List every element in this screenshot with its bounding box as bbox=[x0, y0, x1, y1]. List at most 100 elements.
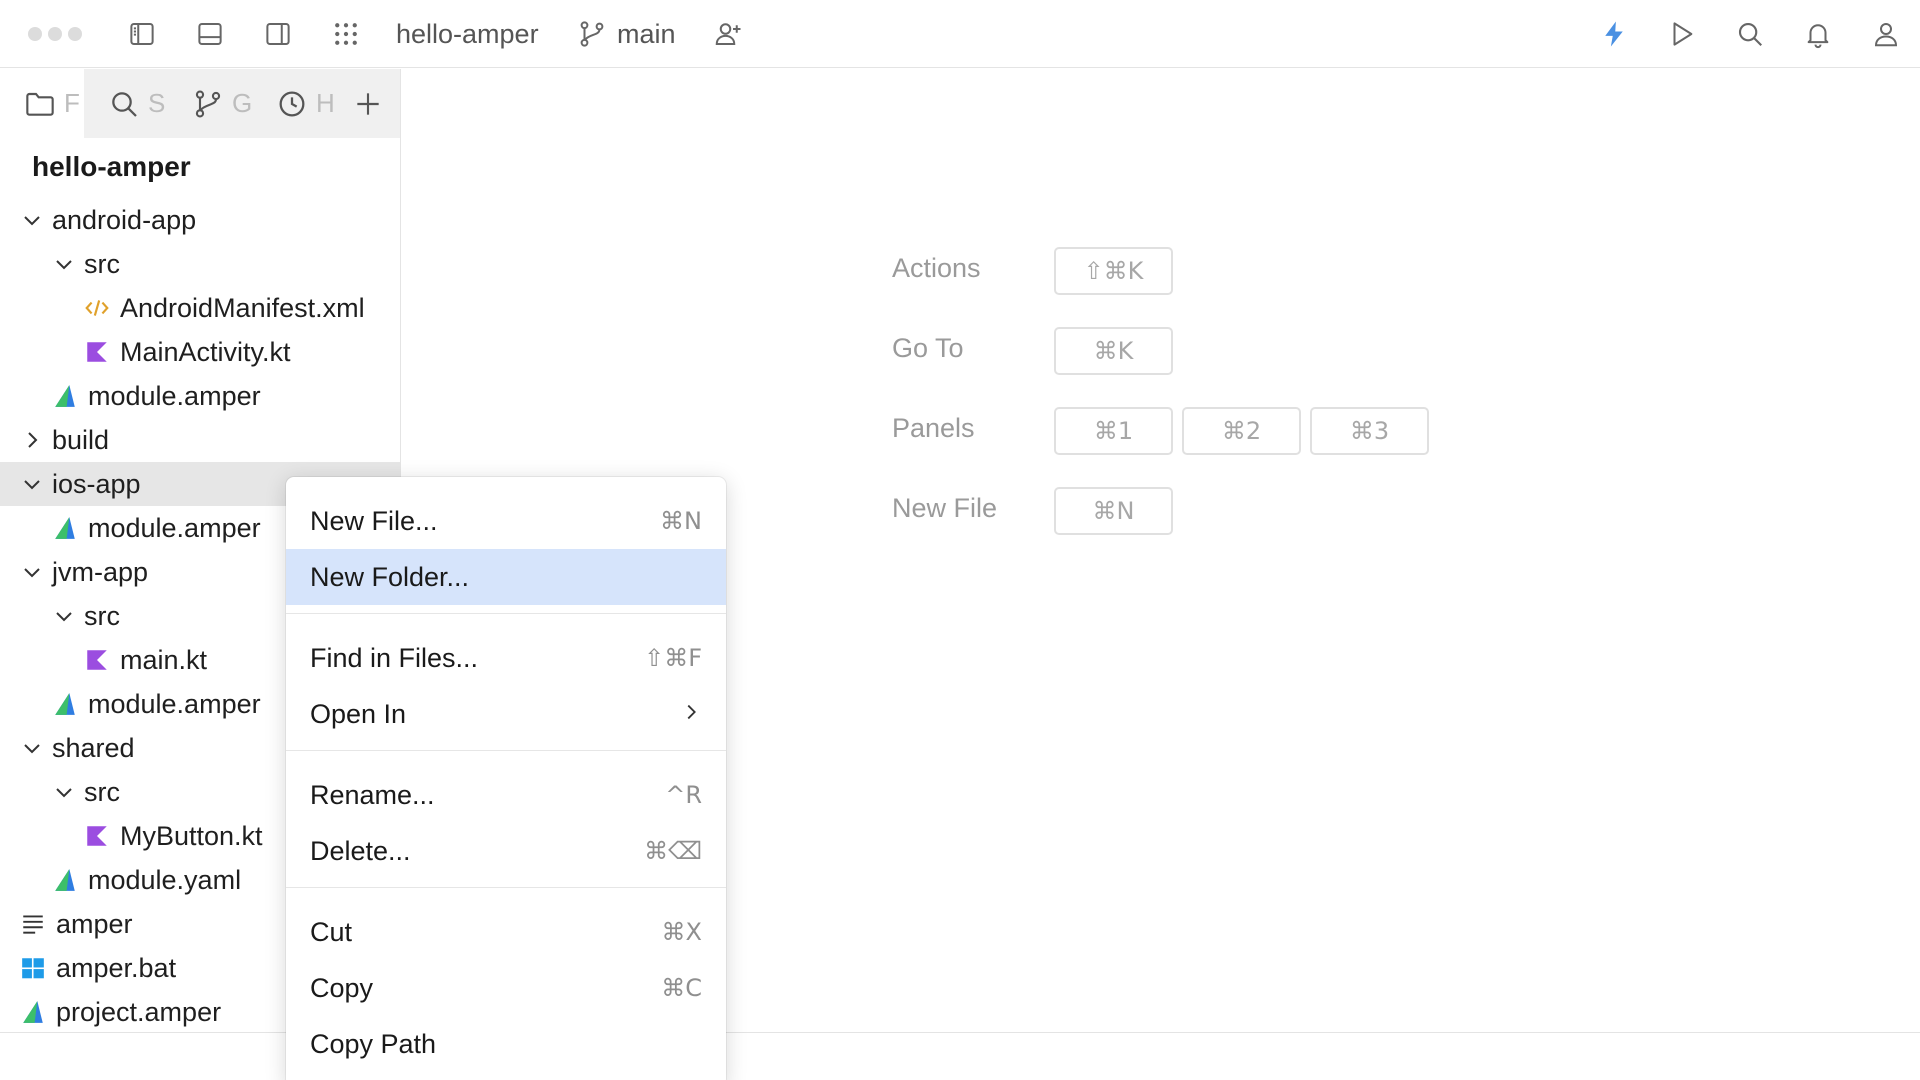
branch-name[interactable]: main bbox=[617, 16, 676, 52]
menu-item-new-folder[interactable]: New Folder... bbox=[286, 549, 726, 605]
chevron-down-icon[interactable] bbox=[20, 560, 44, 584]
chevron-down-icon[interactable] bbox=[20, 736, 44, 760]
xml-file-icon bbox=[84, 295, 110, 321]
add-tab-button[interactable] bbox=[336, 69, 400, 138]
tab-git-label: G bbox=[232, 88, 252, 118]
tree-item-label: android-app bbox=[52, 204, 197, 235]
hint-panels-key-2: ⌘2 bbox=[1182, 407, 1301, 455]
folder-icon bbox=[26, 92, 54, 116]
tree-item[interactable]: AndroidManifest.xml bbox=[0, 286, 400, 330]
title-bar: hello-amper main bbox=[0, 0, 1920, 68]
tab-search[interactable]: S bbox=[84, 69, 168, 138]
tree-item-label: shared bbox=[52, 732, 135, 763]
window-zoom-dot[interactable] bbox=[68, 27, 82, 41]
menu-item-cut[interactable]: Cut ⌘X bbox=[286, 904, 726, 960]
hint-newfile-key: ⌘N bbox=[1054, 487, 1173, 535]
menu-item-shortcut: ⌘C bbox=[661, 974, 702, 1002]
tree-item-label: ios-app bbox=[52, 468, 141, 499]
text-file-icon bbox=[20, 911, 46, 937]
chevron-down-icon[interactable] bbox=[52, 604, 76, 628]
menu-item-delete[interactable]: Delete... ⌘⌫ bbox=[286, 823, 726, 879]
run-play-icon[interactable] bbox=[1662, 14, 1702, 54]
toggle-bottom-panel-icon[interactable] bbox=[190, 14, 230, 54]
git-branch-icon bbox=[574, 14, 610, 54]
hint-panels-key-3: ⌘3 bbox=[1310, 407, 1429, 455]
tree-item-label: AndroidManifest.xml bbox=[120, 292, 365, 323]
tree-item-label: src bbox=[84, 248, 120, 279]
tree-item-label: module.amper bbox=[88, 512, 261, 543]
plus-icon bbox=[357, 92, 379, 115]
amper-file-icon bbox=[52, 691, 78, 717]
chevron-down-icon[interactable] bbox=[52, 252, 76, 276]
menu-separator bbox=[286, 750, 726, 751]
amper-file-icon bbox=[52, 867, 78, 893]
project-name[interactable]: hello-amper bbox=[396, 16, 539, 52]
menu-item-label: Open In bbox=[310, 698, 407, 729]
tree-item[interactable]: android-app bbox=[0, 198, 400, 242]
tab-search-label: S bbox=[148, 88, 166, 118]
menu-item-shortcut: ^R bbox=[665, 781, 702, 809]
kotlin-file-icon bbox=[84, 823, 110, 849]
chevron-down-icon[interactable] bbox=[20, 472, 44, 496]
tree-item-label: module.amper bbox=[88, 688, 261, 719]
window-close-dot[interactable] bbox=[28, 27, 42, 41]
amper-file-icon bbox=[20, 999, 46, 1025]
menu-item-new-file[interactable]: New File... ⌘N bbox=[286, 493, 726, 549]
lightning-bolt-icon[interactable] bbox=[1594, 14, 1634, 54]
tab-git[interactable]: G bbox=[168, 69, 252, 138]
add-collaborator-icon[interactable] bbox=[708, 14, 748, 54]
kotlin-file-icon bbox=[84, 339, 110, 365]
toggle-left-panel-icon[interactable] bbox=[122, 14, 162, 54]
tree-item-label: project.amper bbox=[56, 996, 222, 1027]
tab-files[interactable]: F bbox=[0, 69, 84, 138]
hint-panels-label: Panels bbox=[892, 413, 975, 443]
tree-item-label: MyButton.kt bbox=[120, 820, 263, 851]
menu-item-find-in-files[interactable]: Find in Files... ⇧⌘F bbox=[286, 630, 726, 686]
menu-separator bbox=[286, 887, 726, 888]
window-minimize-dot[interactable] bbox=[48, 27, 62, 41]
chevron-right-icon[interactable] bbox=[20, 428, 44, 452]
chevron-down-icon[interactable] bbox=[20, 208, 44, 232]
menu-item-open-in[interactable]: Open In bbox=[286, 686, 726, 742]
menu-item-label: Copy bbox=[310, 972, 374, 1003]
notifications-bell-icon[interactable] bbox=[1798, 14, 1838, 54]
history-clock-icon bbox=[279, 91, 305, 116]
tree-item-label: main.kt bbox=[120, 644, 208, 675]
toggle-right-panel-icon[interactable] bbox=[258, 14, 298, 54]
apps-grid-icon[interactable] bbox=[326, 14, 366, 54]
tree-item[interactable]: src bbox=[0, 242, 400, 286]
menu-item-label: Find in Files... bbox=[310, 642, 479, 673]
tree-item-label: module.yaml bbox=[88, 864, 242, 895]
menu-item-label: Rename... bbox=[310, 779, 435, 810]
account-user-icon[interactable] bbox=[1866, 14, 1906, 54]
menu-item-shortcut: ⌘X bbox=[661, 918, 702, 946]
project-title: hello-amper bbox=[32, 151, 191, 182]
tree-item[interactable]: module.amper bbox=[0, 374, 400, 418]
menu-item-label: New File... bbox=[310, 505, 438, 536]
tree-item-label: MainActivity.kt bbox=[120, 336, 291, 367]
menu-item-rename[interactable]: Rename... ^R bbox=[286, 767, 726, 823]
hint-goto-label: Go To bbox=[892, 333, 964, 363]
menu-item-label: Cut bbox=[310, 916, 353, 947]
tree-item-label: module.amper bbox=[88, 380, 261, 411]
menu-item-label: Copy Path bbox=[310, 1028, 437, 1059]
menu-item-shortcut: ⌘N bbox=[660, 507, 702, 535]
windows-file-icon bbox=[20, 955, 46, 981]
tree-item-label: src bbox=[84, 600, 120, 631]
menu-item-copy-path[interactable]: Copy Path bbox=[286, 1016, 726, 1072]
tab-history[interactable]: H bbox=[252, 69, 336, 138]
menu-item-copy[interactable]: Copy ⌘C bbox=[286, 960, 726, 1016]
context-menu: New File... ⌘N New Folder... Find in Fil… bbox=[286, 477, 726, 1080]
menu-item-shortcut: ⌘⌫ bbox=[644, 837, 702, 865]
chevron-down-icon[interactable] bbox=[52, 780, 76, 804]
tree-item[interactable]: build bbox=[0, 418, 400, 462]
hint-actions-label: Actions bbox=[892, 253, 981, 283]
amper-file-icon bbox=[52, 383, 78, 409]
menu-item-label: New Folder... bbox=[310, 561, 470, 592]
tree-item[interactable]: MainActivity.kt bbox=[0, 330, 400, 374]
amper-file-icon bbox=[52, 515, 78, 541]
tree-item-label: amper bbox=[56, 908, 133, 939]
search-icon[interactable] bbox=[1730, 14, 1770, 54]
hint-actions-key: ⇧⌘K bbox=[1054, 247, 1173, 295]
search-icon bbox=[112, 91, 137, 117]
